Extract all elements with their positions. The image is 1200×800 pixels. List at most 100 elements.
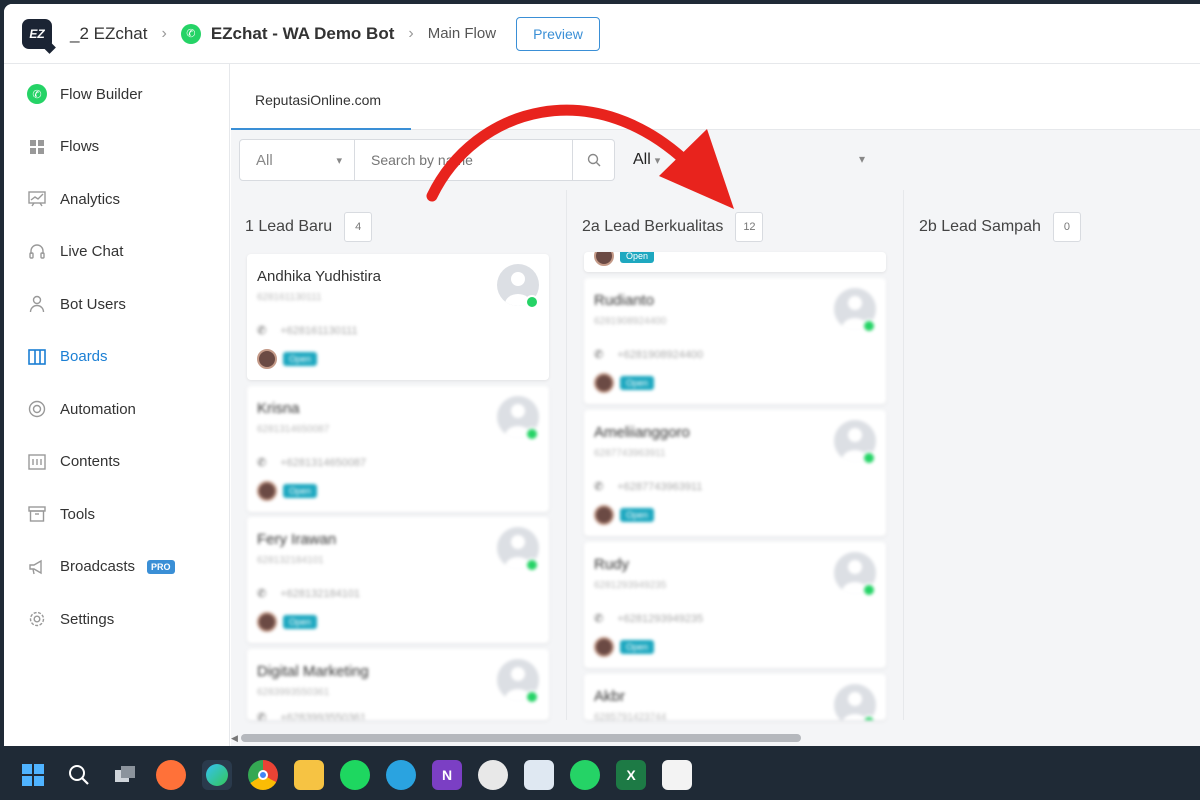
sidebar-item-contents[interactable]: Contents (4, 436, 229, 489)
clock-icon[interactable] (478, 760, 508, 790)
agent-avatar (257, 612, 277, 632)
board-icon (26, 346, 48, 368)
lead-card[interactable]: Rudy 6281293949235 ✆ +6281293949235 Open (584, 542, 886, 668)
whatsapp-icon (862, 319, 876, 333)
sidebar-item-analytics[interactable]: Analytics (4, 173, 229, 226)
breadcrumb-bot[interactable]: EZchat - WA Demo Bot (211, 24, 395, 44)
lead-phone-number: +6281293949235 (617, 612, 704, 625)
column-title: 2b Lead Sampah (919, 218, 1041, 235)
lead-name: Fery Irawan (257, 531, 337, 548)
windows-taskbar: N X (0, 750, 1200, 800)
sidebar-item-flows[interactable]: Flows (4, 121, 229, 174)
breadcrumb-flow[interactable]: Main Flow (428, 25, 496, 42)
lead-card[interactable]: Digital Marketing 6283993550361 ✆ +628399… (247, 649, 549, 720)
sidebar-item-broadcasts[interactable]: Broadcasts PRO (4, 541, 229, 594)
preview-button[interactable]: Preview (516, 16, 600, 51)
board-column: 2b Lead Sampah 0 (905, 190, 1200, 720)
lead-card[interactable]: Fery Irawan 628132184101 ✆ +628132184101 … (247, 517, 549, 643)
tab-reputasionline[interactable]: ReputasiOnline.com (255, 92, 381, 108)
whatsapp-icon (525, 558, 539, 572)
lead-id: 6281293949235 (594, 580, 667, 591)
agent-avatar (594, 637, 614, 657)
sidebar-item-automation[interactable]: Automation (4, 383, 229, 436)
column-title: 1 Lead Baru (245, 218, 333, 235)
lead-name: Rudy (594, 556, 630, 573)
sidebar-item-label: Tools (60, 505, 96, 523)
lead-phone: ✆ +628132184101 (257, 587, 360, 601)
lead-id: 6287743963911 (594, 448, 666, 459)
sidebar-item-tools[interactable]: Tools (4, 488, 229, 541)
filter-bar: All ▾ All ▾ ▾ (239, 139, 865, 181)
file-explorer-icon[interactable] (294, 760, 324, 790)
box-icon (26, 503, 48, 525)
lifebuoy-icon (26, 398, 48, 420)
whatsapp-icon[interactable] (570, 760, 600, 790)
sidebar-item-live-chat[interactable]: Live Chat (4, 226, 229, 279)
sidebar-item-label: Automation (60, 400, 136, 418)
agent-avatar (594, 373, 614, 393)
sidebar-item-boards[interactable]: Boards (4, 331, 229, 384)
horizontal-scrollbar[interactable] (241, 734, 801, 742)
search-input[interactable] (355, 139, 573, 181)
top-bar: EZ _2 EZchat › ✆ EZchat - WA Demo Bot › … (4, 4, 1200, 64)
lead-phone: ✆ +628161130111 (257, 324, 358, 338)
lead-phone: ✆ +6281314650087 (257, 456, 366, 470)
grid-icon (26, 136, 48, 158)
whatsapp-icon: ✆ (26, 83, 48, 105)
column-header: 2b Lead Sampah 0 (919, 212, 1081, 242)
phone-icon: ✆ (594, 613, 604, 625)
lead-phone: ✆ +6283993550361 (257, 711, 366, 721)
lead-card[interactable]: Akbr 6285791423744 (584, 674, 886, 720)
chevron-right-icon: › (408, 24, 414, 42)
sidebar-item-label: Contents (60, 453, 121, 471)
lead-id: 6281314650087 (257, 424, 330, 435)
sidebar: ✆ Flow Builder Flows Analytics Live Chat (4, 64, 230, 746)
status-filter-select[interactable]: All ▾ (239, 139, 355, 181)
sidebar-item-label: Live Chat (60, 243, 124, 261)
lead-name: Krisna (257, 400, 300, 417)
breadcrumb-workspace[interactable]: _2 EZchat (70, 24, 148, 44)
lead-card[interactable]: Krisna 6281314650087 ✆ +6281314650087 Ope… (247, 386, 549, 512)
chevron-down-icon: ▾ (336, 154, 342, 167)
phone-icon: ✆ (594, 349, 604, 361)
whatsapp-icon (525, 690, 539, 704)
edge-icon[interactable] (202, 760, 232, 790)
chevron-down-icon: ▾ (654, 154, 661, 167)
lead-card[interactable]: Andhika Yudhistira 628161130111 ✆ +628161… (247, 254, 549, 380)
assigned-agent: Open (594, 505, 655, 525)
lead-card[interactable]: Ameliianggoro 6287743963911 ✆ +6287743963… (584, 410, 886, 536)
sidebar-item-label: Analytics (60, 190, 121, 208)
all-filter-label: All (633, 151, 651, 168)
sidebar-item-settings[interactable]: Settings (4, 593, 229, 646)
column-header: 1 Lead Baru 4 (245, 212, 373, 242)
tab-active-indicator (231, 128, 411, 130)
sidebar-item-bot-users[interactable]: Bot Users (4, 278, 229, 331)
status-filter-value: All (256, 151, 273, 169)
firefox-icon[interactable] (156, 760, 186, 790)
agent-avatar (594, 252, 614, 266)
lead-name: Andhika Yudhistira (257, 268, 381, 285)
excel-icon[interactable]: X (616, 760, 646, 790)
chrome-icon[interactable] (248, 760, 278, 790)
search-button[interactable] (573, 139, 615, 181)
sidebar-item-flow-builder[interactable]: ✆ Flow Builder (4, 68, 229, 121)
megaphone-icon (26, 556, 48, 578)
mail-icon[interactable] (524, 760, 554, 790)
windows-start-icon[interactable] (18, 760, 48, 790)
lead-id: 6285791423744 (594, 712, 667, 720)
lead-phone-number: +6287743963911 (617, 480, 703, 493)
phone-icon: ✆ (257, 325, 267, 337)
task-view-icon[interactable] (110, 760, 140, 790)
whatsapp-icon (862, 715, 876, 720)
lead-card[interactable]: Rudianto 6281908924400 ✆ +6281908924400 O… (584, 278, 886, 404)
snip-icon[interactable] (662, 760, 692, 790)
scroll-left-arrow-icon[interactable]: ◀ (231, 733, 238, 744)
onenote-icon[interactable]: N (432, 760, 462, 790)
lead-card-partial[interactable]: Open (584, 252, 886, 272)
telegram-icon[interactable] (386, 760, 416, 790)
search-icon[interactable] (64, 760, 94, 790)
all-filter-dropdown[interactable]: All ▾ (633, 139, 660, 181)
spotify-icon[interactable] (340, 760, 370, 790)
chevron-down-icon[interactable]: ▾ (859, 152, 865, 166)
ezchat-logo[interactable]: EZ (22, 18, 52, 49)
